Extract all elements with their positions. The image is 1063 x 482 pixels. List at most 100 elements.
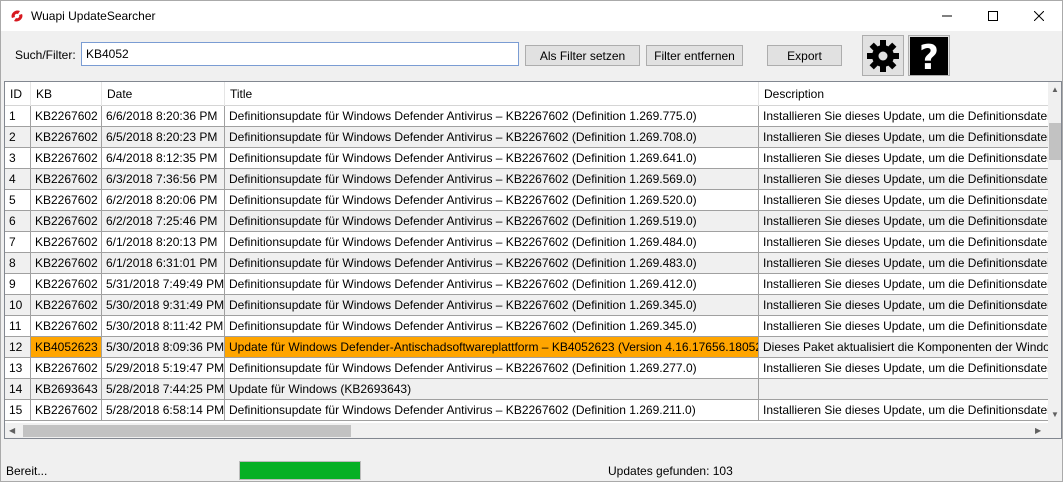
- table-row[interactable]: 5 KB2267602 6/2/2018 8:20:06 PM Definitions…: [5, 190, 1048, 211]
- cell-kb: KB2267602: [31, 211, 102, 232]
- cell-id: 4: [5, 169, 31, 190]
- column-header-date[interactable]: Date: [102, 82, 225, 106]
- export-button[interactable]: Export: [767, 45, 842, 66]
- column-header-kb[interactable]: KB: [31, 82, 102, 106]
- maximize-button[interactable]: [970, 1, 1016, 31]
- scroll-corner: [1048, 423, 1061, 438]
- cell-date: 6/3/2018 7:36:56 PM: [102, 169, 225, 190]
- cell-kb: KB2267602: [31, 232, 102, 253]
- scroll-right-icon[interactable]: ▶: [1035, 426, 1041, 436]
- app-window: Wuapi UpdateSearcher Such/Filter: KB4052…: [0, 0, 1063, 482]
- cell-kb: KB2267602: [31, 253, 102, 274]
- cell-kb: KB2267602: [31, 400, 102, 421]
- table-row[interactable]: 14 KB2693643 5/28/2018 7:44:25 PM Update fü…: [5, 379, 1048, 400]
- cell-title: Definitionsupdate für Windows Defender A…: [225, 148, 759, 169]
- cell-id: 10: [5, 295, 31, 316]
- cell-date: 6/2/2018 8:20:06 PM: [102, 190, 225, 211]
- cell-description: Installieren Sie dieses Update, um die D…: [759, 358, 1048, 379]
- status-text: Bereit...: [6, 464, 48, 478]
- cell-title: Definitionsupdate für Windows Defender A…: [225, 274, 759, 295]
- cell-date: 5/31/2018 7:49:49 PM: [102, 274, 225, 295]
- cell-kb: KB2267602: [31, 148, 102, 169]
- column-header-id[interactable]: ID: [5, 82, 31, 106]
- cell-title: Definitionsupdate für Windows Defender A…: [225, 295, 759, 316]
- svg-text:?: ?: [919, 38, 939, 75]
- cell-title: Definitionsupdate für Windows Defender A…: [225, 106, 759, 127]
- app-logo-icon: [11, 10, 23, 22]
- cell-date: 5/29/2018 5:19:47 PM: [102, 358, 225, 379]
- table-row[interactable]: 15 KB2267602 5/28/2018 6:58:14 PM Definitio…: [5, 400, 1048, 421]
- cell-date: 6/5/2018 8:20:23 PM: [102, 127, 225, 148]
- settings-button[interactable]: [862, 35, 904, 76]
- window-title: Wuapi UpdateSearcher: [31, 9, 156, 23]
- table-row[interactable]: 1 KB2267602 6/6/2018 8:20:36 PM Definitions…: [5, 106, 1048, 127]
- horizontal-scrollbar[interactable]: ◀ ▶: [5, 423, 1048, 438]
- table-row[interactable]: 9 KB2267602 5/31/2018 7:49:49 PM Definition…: [5, 274, 1048, 295]
- progress-bar: [239, 461, 361, 480]
- cell-date: 6/1/2018 8:20:13 PM: [102, 232, 225, 253]
- cell-description: Installieren Sie dieses Update, um die D…: [759, 127, 1048, 148]
- cell-id: 6: [5, 211, 31, 232]
- cell-title: Definitionsupdate für Windows Defender A…: [225, 400, 759, 421]
- minimize-button[interactable]: [924, 1, 970, 31]
- question-mark-icon: ?: [910, 36, 948, 75]
- horizontal-scroll-thumb[interactable]: [23, 425, 351, 437]
- cell-id: 5: [5, 190, 31, 211]
- cell-id: 14: [5, 379, 31, 400]
- cell-date: 5/30/2018 8:11:42 PM: [102, 316, 225, 337]
- cell-kb: KB2267602: [31, 274, 102, 295]
- cell-date: 6/2/2018 7:25:46 PM: [102, 211, 225, 232]
- close-icon: [1034, 11, 1044, 21]
- filter-input[interactable]: KB4052: [81, 42, 519, 66]
- cell-id: 3: [5, 148, 31, 169]
- table-row[interactable]: 7 KB2267602 6/1/2018 8:20:13 PM Definitions…: [5, 232, 1048, 253]
- close-button[interactable]: [1016, 1, 1062, 31]
- table-row[interactable]: 10 KB2267602 5/30/2018 9:31:49 PM Definitio…: [5, 295, 1048, 316]
- scroll-down-icon[interactable]: ▼: [1051, 410, 1059, 420]
- set-filter-button[interactable]: Als Filter setzen: [525, 45, 640, 66]
- cell-kb: KB4052623: [31, 337, 102, 358]
- cell-date: 6/4/2018 8:12:35 PM: [102, 148, 225, 169]
- cell-title: Definitionsupdate für Windows Defender A…: [225, 169, 759, 190]
- cell-id: 1: [5, 106, 31, 127]
- cell-kb: KB2267602: [31, 295, 102, 316]
- cell-title: Definitionsupdate für Windows Defender A…: [225, 190, 759, 211]
- cell-description: Installieren Sie dieses Update, um die D…: [759, 295, 1048, 316]
- remove-filter-button[interactable]: Filter entfernen: [646, 45, 743, 66]
- table-row[interactable]: 3 KB2267602 6/4/2018 8:12:35 PM Definitions…: [5, 148, 1048, 169]
- cell-description: Installieren Sie dieses Update, um die D…: [759, 211, 1048, 232]
- table-row[interactable]: 13 KB2267602 5/29/2018 5:19:47 PM Definitio…: [5, 358, 1048, 379]
- cell-kb: KB2267602: [31, 127, 102, 148]
- table-row[interactable]: 4 KB2267602 6/3/2018 7:36:56 PM Definitions…: [5, 169, 1048, 190]
- progress-fill: [240, 462, 360, 479]
- cell-title: Definitionsupdate für Windows Defender A…: [225, 253, 759, 274]
- column-header-title[interactable]: Title: [225, 82, 759, 106]
- cell-description: Dieses Paket aktualisiert die Komponente…: [759, 337, 1048, 358]
- table-row[interactable]: 6 KB2267602 6/2/2018 7:25:46 PM Definitions…: [5, 211, 1048, 232]
- cell-id: 12: [5, 337, 31, 358]
- update-count: Updates gefunden: 103: [608, 464, 733, 478]
- cell-id: 15: [5, 400, 31, 421]
- table-row[interactable]: 2 KB2267602 6/5/2018 8:20:23 PM Definitions…: [5, 127, 1048, 148]
- minimize-icon: [942, 15, 952, 17]
- cell-kb: KB2267602: [31, 190, 102, 211]
- cell-title: Update für Windows Defender-Antischadsof…: [225, 337, 759, 358]
- updates-table: ID KB Date Title Description 1 KB2267602 6…: [4, 81, 1062, 439]
- scroll-left-icon[interactable]: ◀: [9, 426, 15, 436]
- help-button[interactable]: ?: [908, 35, 950, 76]
- cell-date: 6/1/2018 6:31:01 PM: [102, 253, 225, 274]
- cell-kb: KB2267602: [31, 316, 102, 337]
- vertical-scroll-thumb[interactable]: [1049, 123, 1061, 160]
- cell-date: 5/28/2018 7:44:25 PM: [102, 379, 225, 400]
- table-row[interactable]: 11 KB2267602 5/30/2018 8:11:42 PM Definitio…: [5, 316, 1048, 337]
- column-header-description[interactable]: Description: [759, 82, 1048, 106]
- vertical-scrollbar[interactable]: ▲ ▼: [1048, 82, 1061, 423]
- table-row[interactable]: 8 KB2267602 6/1/2018 6:31:01 PM Definitions…: [5, 253, 1048, 274]
- table-row[interactable]: 12 KB4052623 5/30/2018 8:09:36 PM Update fü…: [5, 337, 1048, 358]
- cell-date: 5/30/2018 8:09:36 PM: [102, 337, 225, 358]
- table-header: ID KB Date Title Description: [5, 82, 1048, 106]
- cell-id: 7: [5, 232, 31, 253]
- scroll-up-icon[interactable]: ▲: [1051, 85, 1059, 95]
- cell-title: Definitionsupdate für Windows Defender A…: [225, 358, 759, 379]
- cell-description: Installieren Sie dieses Update, um die D…: [759, 274, 1048, 295]
